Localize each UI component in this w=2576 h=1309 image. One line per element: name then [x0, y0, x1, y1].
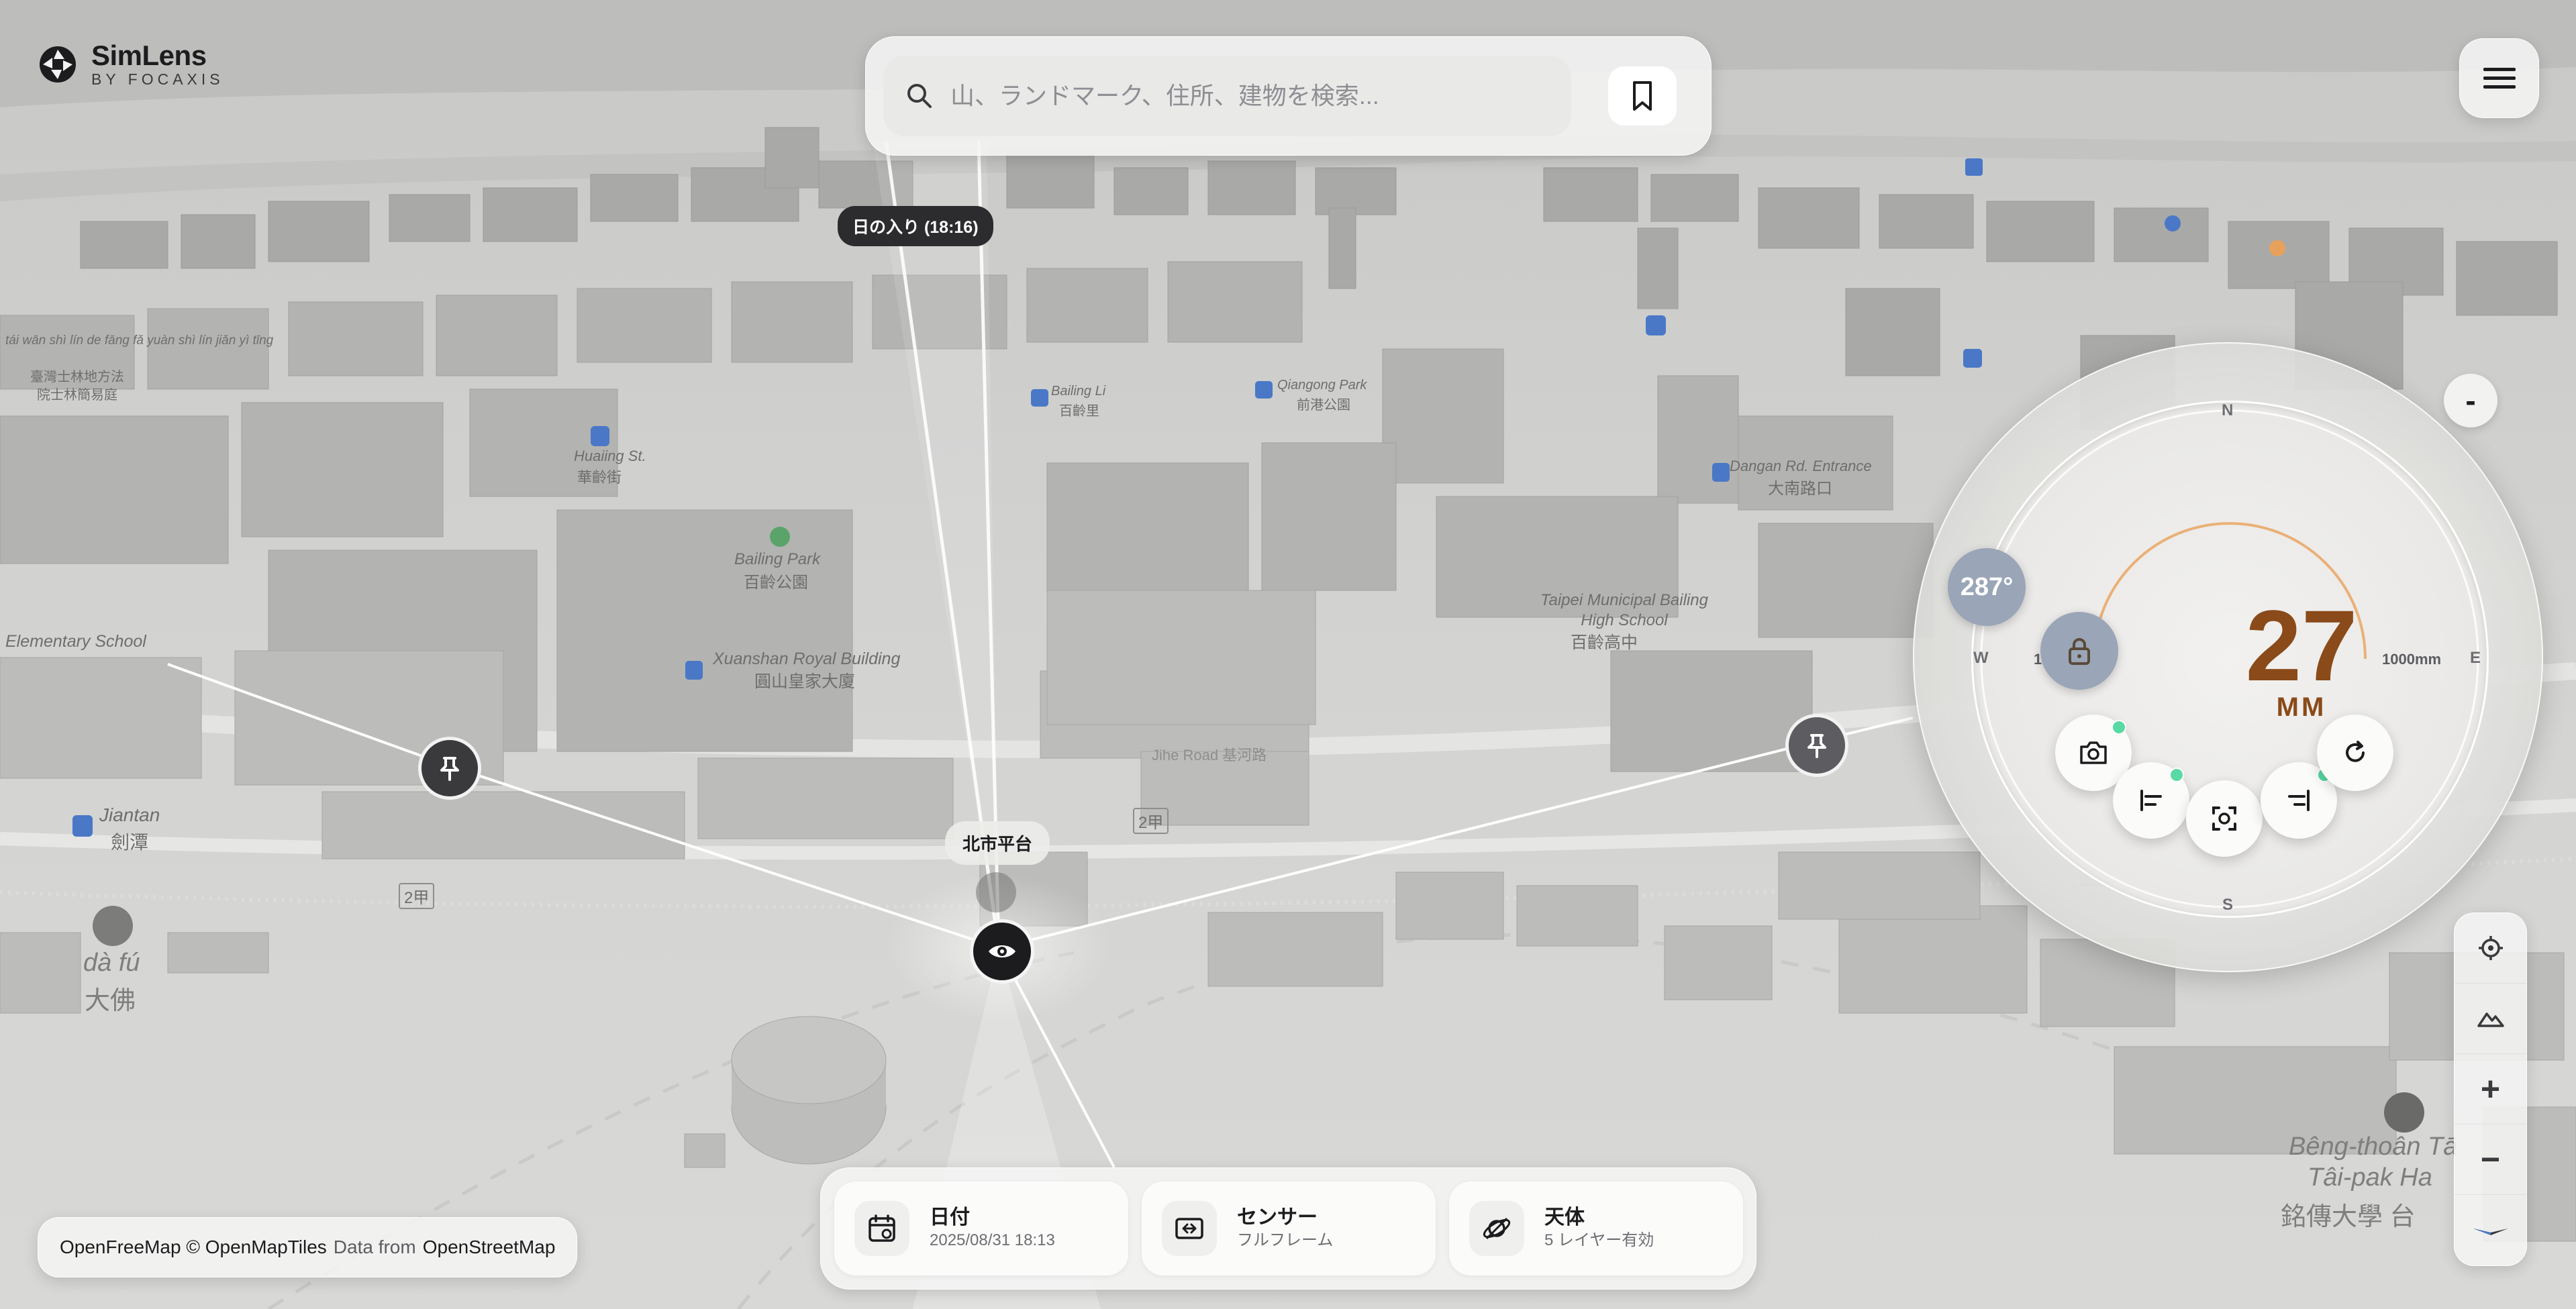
celestial-value: 5 レイヤー有効 — [1544, 1231, 1654, 1249]
planet-icon — [1483, 1217, 1511, 1240]
mountain-icon — [2477, 1012, 2504, 1027]
terrain-button[interactable] — [2455, 984, 2526, 1054]
app-name: SimLens — [91, 40, 207, 71]
zoom-out-button[interactable]: − — [2455, 1124, 2526, 1195]
search-box[interactable] — [883, 56, 1571, 136]
focal-length-dial[interactable]: N S W E 10 1000mm 27 MM — [1913, 342, 2543, 972]
zoom-in-button[interactable]: + — [2455, 1054, 2526, 1124]
attribution-osm-link[interactable]: OpenStreetMap — [423, 1237, 556, 1258]
reset-button[interactable] — [2317, 715, 2393, 791]
search-panel — [865, 36, 1712, 156]
camera-icon — [2080, 741, 2107, 764]
attribution-data-from: Data from — [333, 1237, 416, 1257]
heading-badge[interactable]: 287° — [1948, 548, 2026, 626]
calendar-icon — [869, 1214, 895, 1242]
focus-frame-button[interactable] — [2186, 780, 2263, 857]
date-card[interactable]: 日付 2025/08/31 18:13 — [834, 1182, 1128, 1275]
crosshair-icon — [2478, 936, 2503, 960]
compass-north: N — [2222, 401, 2234, 419]
collapse-dial-button[interactable]: - — [2444, 374, 2497, 427]
bottom-control-bar: 日付 2025/08/31 18:13 センサー フルフレーム 天体 5 レイヤ… — [820, 1167, 1756, 1290]
sensor-card[interactable]: センサー フルフレーム — [1142, 1182, 1436, 1275]
sunset-label: 日の入り (18:16) — [838, 206, 993, 246]
aperture-logo-icon — [40, 46, 76, 83]
focal-length-unit: MM — [2276, 692, 2327, 722]
sensor-value: フルフレーム — [1237, 1231, 1334, 1249]
compass-east: E — [2470, 649, 2481, 667]
refresh-icon — [2346, 741, 2365, 762]
hamburger-menu-icon — [2483, 67, 2516, 89]
date-title: 日付 — [930, 1206, 970, 1228]
compass-icon — [2473, 1228, 2508, 1235]
app-byline: BY FOCAXIS — [91, 70, 224, 88]
search-input[interactable] — [949, 81, 1556, 111]
status-dot — [2112, 720, 2126, 735]
celestial-title: 天体 — [1544, 1206, 1585, 1228]
celestial-icon-wrap — [1469, 1201, 1524, 1256]
sensor-icon-wrap — [1162, 1201, 1217, 1256]
viewpoint-marker[interactable] — [970, 919, 1034, 984]
focus-frame-icon — [2212, 806, 2236, 831]
pushpin-icon — [1807, 734, 1826, 758]
pushpin-icon — [440, 757, 459, 781]
menu-button[interactable] — [2459, 38, 2539, 118]
eye-icon — [989, 945, 1015, 957]
lock-icon — [2069, 638, 2090, 665]
map-toolbar: + − — [2454, 912, 2527, 1266]
pin-marker-right[interactable] — [1785, 714, 1848, 777]
align-right-icon — [2288, 790, 2310, 811]
search-icon — [907, 84, 932, 108]
focal-length-value: 27 — [2245, 589, 2358, 702]
sensor-title: センサー — [1237, 1206, 1318, 1228]
compass-south: S — [2222, 896, 2234, 914]
align-left-button[interactable] — [2113, 762, 2189, 839]
locate-button[interactable] — [2455, 913, 2526, 984]
celestial-card[interactable]: 天体 5 レイヤー有効 — [1449, 1182, 1743, 1275]
status-dot — [2169, 768, 2184, 782]
date-icon-wrap — [854, 1201, 909, 1256]
date-value: 2025/08/31 18:13 — [930, 1231, 1055, 1249]
location-pin-icon — [976, 872, 1016, 912]
bookmark-icon — [1633, 81, 1652, 111]
app-logo[interactable]: SimLens BY FOCAXIS — [38, 38, 224, 91]
lock-button[interactable] — [2040, 612, 2118, 690]
sensor-frame-icon — [1175, 1218, 1203, 1239]
map-attribution: OpenFreeMap © OpenMapTiles Data from Ope… — [38, 1217, 578, 1277]
viewpoint-label: 北市平台 — [945, 821, 1050, 865]
pin-marker-left[interactable] — [418, 737, 481, 800]
align-left-icon — [2140, 790, 2162, 811]
compass-west: W — [1973, 649, 1989, 667]
bookmark-button[interactable] — [1608, 66, 1677, 125]
attribution-openfreemap[interactable]: OpenFreeMap © OpenMapTiles — [60, 1237, 327, 1258]
compass-reset-button[interactable] — [2455, 1195, 2526, 1265]
